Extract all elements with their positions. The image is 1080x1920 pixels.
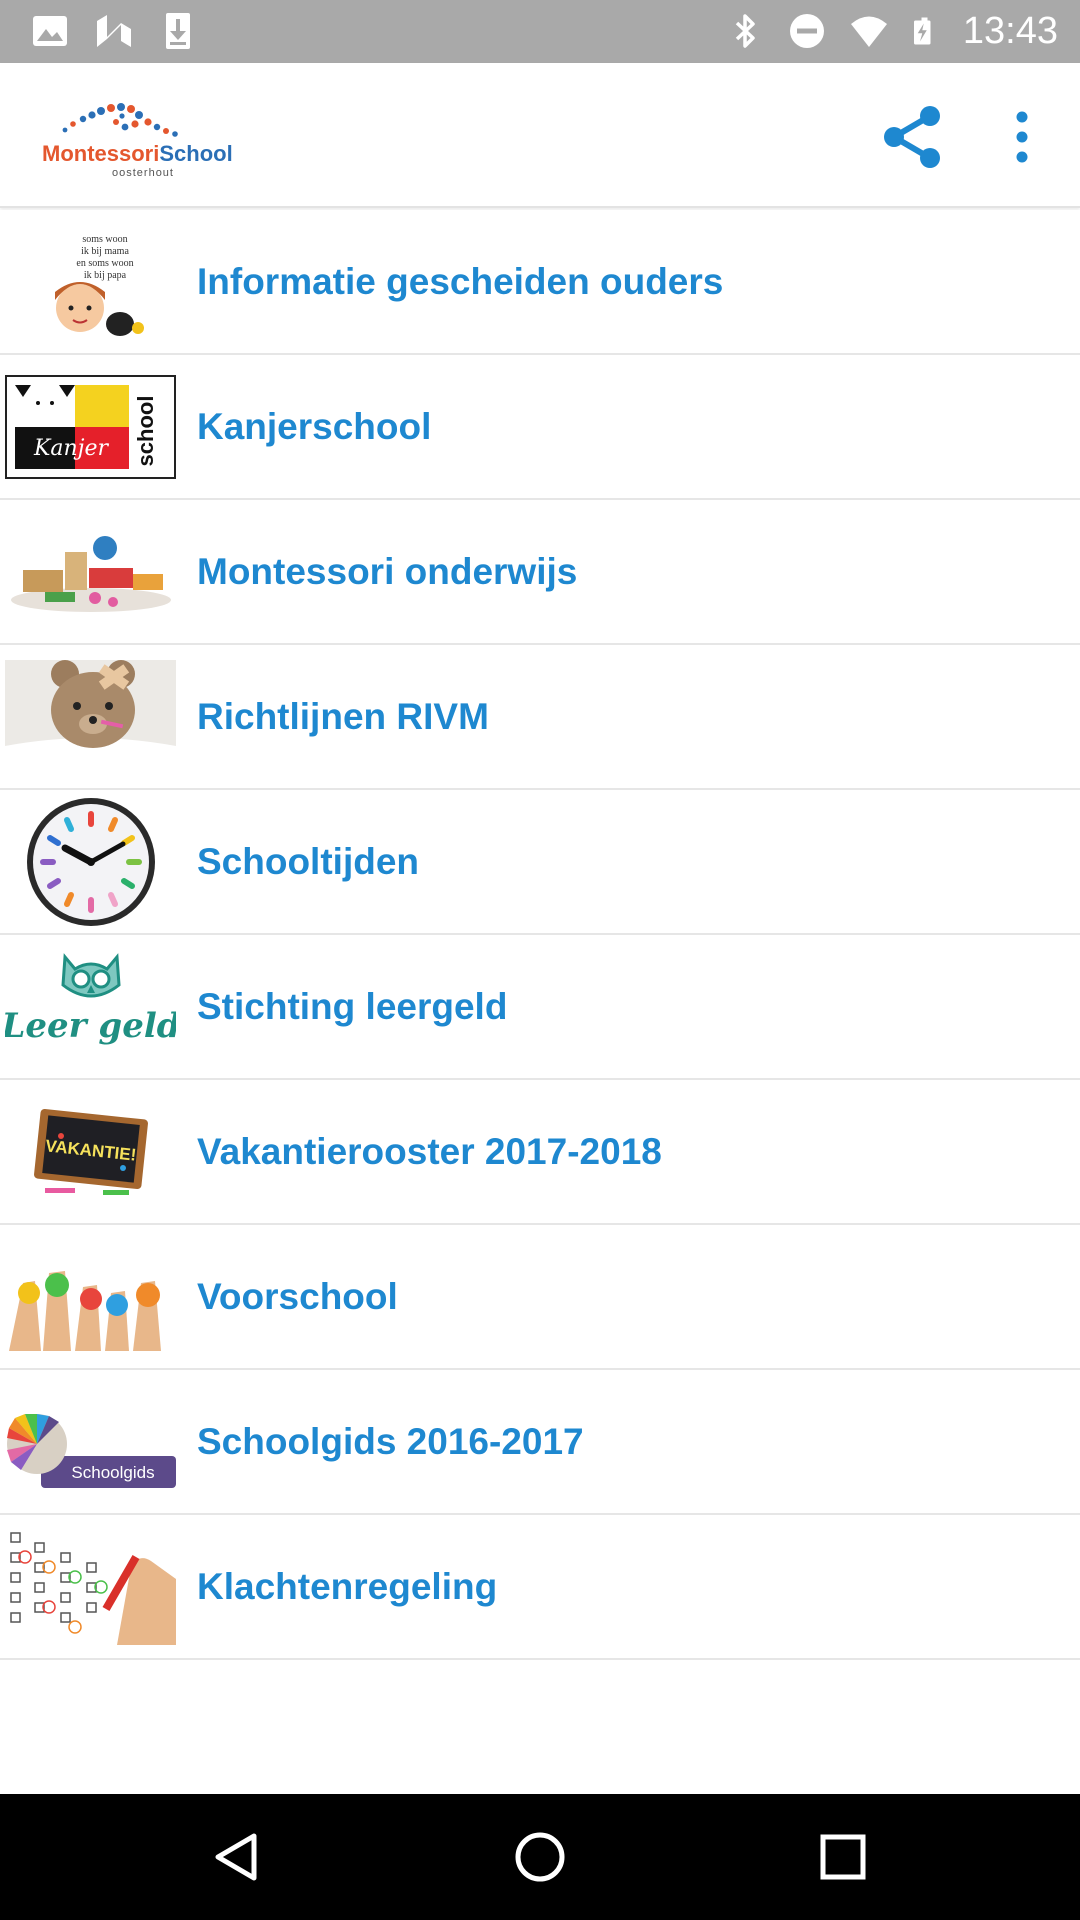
list-item-schoolgids[interactable]: Schoolgids Schoolgids 2016-2017 xyxy=(0,1370,1080,1515)
app-bar: MontessoriSchool oosterhout xyxy=(0,63,1080,208)
list-item-klachtenregeling[interactable]: Klachtenregeling xyxy=(0,1515,1080,1660)
list-item-stichting-leergeld[interactable]: Leer geld Stichting leergeld xyxy=(0,935,1080,1080)
bluetooth-icon xyxy=(735,14,755,48)
vakantie-chalkboard-thumbnail: VAKANTIE! xyxy=(5,1098,176,1206)
list-item-schooltijden[interactable]: Schooltijden xyxy=(0,790,1080,935)
back-icon[interactable] xyxy=(200,1822,270,1892)
schoolgids-thumbnail: Schoolgids xyxy=(5,1388,176,1496)
logo-wordmark: MontessoriSchool xyxy=(42,141,233,166)
list-item-label: Vakantierooster 2017-2018 xyxy=(197,1131,662,1172)
share-icon[interactable] xyxy=(878,103,946,171)
svg-text:Kanjer: Kanjer xyxy=(33,436,110,461)
do-not-disturb-icon xyxy=(789,14,824,48)
list-item-kanjerschool[interactable]: Kanjer school Kanjerschool xyxy=(0,355,1080,500)
list-item-richtlijnen-rivm[interactable]: Richtlijnen RIVM xyxy=(0,645,1080,790)
list-item-voorschool[interactable]: Voorschool xyxy=(0,1225,1080,1370)
montessori-school-logo[interactable]: MontessoriSchool oosterhout xyxy=(40,97,233,181)
logo-subtitle: oosterhout xyxy=(112,167,174,179)
home-icon[interactable] xyxy=(505,1822,575,1892)
clock-thumbnail xyxy=(5,794,176,930)
list-item-label: Schooltijden xyxy=(197,841,419,882)
list-item-informatie-gescheiden-ouders[interactable]: soms woon ik bij mama en soms woon ik bi… xyxy=(0,210,1080,355)
list-item-vakantierooster[interactable]: VAKANTIE! Vakantierooster 2017-2018 xyxy=(0,1080,1080,1225)
kanjerschool-logo-thumbnail: Kanjer school xyxy=(5,375,176,479)
battery-icon xyxy=(913,17,931,45)
list-item-label: Montessori onderwijs xyxy=(197,551,578,592)
clock-time: 13:43 xyxy=(962,9,1058,52)
svg-text:soms woon: soms woon xyxy=(82,234,127,245)
status-bar: 13:43 xyxy=(0,0,1080,63)
list-item-label: Informatie gescheiden ouders xyxy=(197,261,724,302)
smiley-checklist-thumbnail xyxy=(5,1527,176,1645)
logo-dots-graphic xyxy=(62,103,178,137)
svg-text:ik bij mama: ik bij mama xyxy=(81,246,129,257)
navigation-bar xyxy=(0,1794,1080,1920)
list-item-label: Richtlijnen RIVM xyxy=(197,696,489,737)
list-item-label: Klachtenregeling xyxy=(197,1566,498,1607)
montessori-materials-thumbnail xyxy=(5,518,176,626)
wifi-icon xyxy=(850,16,887,47)
notification-icons xyxy=(30,10,198,52)
list-item-label: Schoolgids 2016-2017 xyxy=(197,1421,584,1462)
list-item-label: Kanjerschool xyxy=(197,406,432,447)
list-item-label: Voorschool xyxy=(197,1276,398,1317)
menu-list: soms woon ik bij mama en soms woon ik bi… xyxy=(0,210,1080,1660)
download-icon xyxy=(166,13,190,49)
nfc-icon xyxy=(97,15,131,47)
svg-text:Leer geld: Leer geld xyxy=(5,1006,176,1046)
svg-text:ik bij papa: ik bij papa xyxy=(84,270,127,281)
svg-text:school: school xyxy=(133,396,158,467)
more-vert-icon[interactable] xyxy=(1000,103,1044,171)
list-item-label: Stichting leergeld xyxy=(197,986,508,1027)
svg-text:en soms woon: en soms woon xyxy=(76,258,133,269)
leergeld-logo-thumbnail: Leer geld xyxy=(5,945,176,1069)
svg-text:Schoolgids: Schoolgids xyxy=(71,1463,154,1482)
recents-icon[interactable] xyxy=(808,1822,878,1892)
image-icon xyxy=(33,16,67,46)
divorce-book-thumbnail: soms woon ik bij mama en soms woon ik bi… xyxy=(5,228,176,336)
teddy-bear-thumbnail xyxy=(5,660,176,774)
list-item-montessori-onderwijs[interactable]: Montessori onderwijs xyxy=(0,500,1080,645)
system-icons: 13:43 xyxy=(725,6,1058,56)
painted-hands-thumbnail xyxy=(5,1243,176,1351)
